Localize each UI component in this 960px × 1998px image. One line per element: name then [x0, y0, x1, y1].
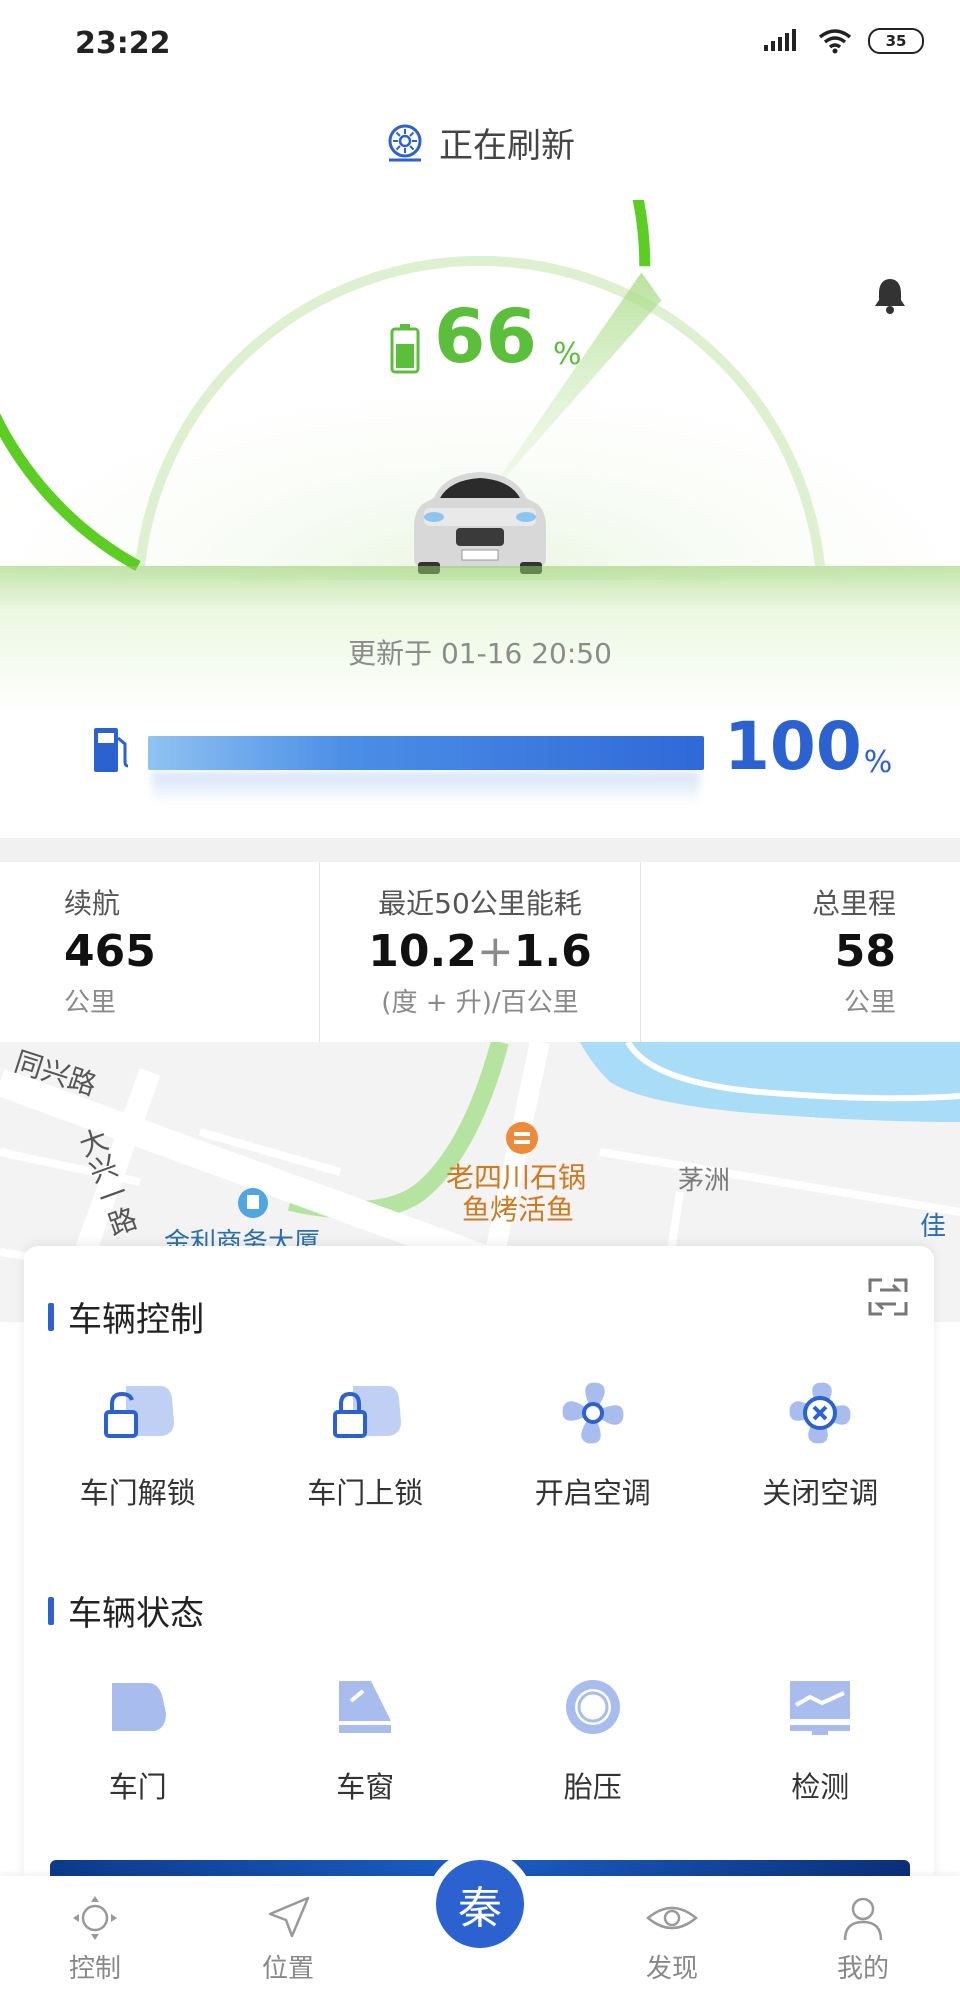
- stats-row: 续航 465 公里 最近50公里能耗 10.2+1.6 (度 + 升)/百公里 …: [0, 862, 960, 1042]
- window-status-label: 车窗: [336, 1770, 395, 1804]
- mileage-value: 58: [834, 926, 896, 977]
- nav-location-label: 位置: [261, 1954, 314, 1984]
- grid-icon-wrap: [108, 1664, 168, 1750]
- fuel-bar-shadow: [152, 772, 700, 804]
- battery-status: 35: [868, 28, 924, 54]
- vehicle-control-header: 车辆控制: [48, 1292, 204, 1341]
- vehicle-status-title: 车辆状态: [68, 1594, 204, 1634]
- consumption-value: 10.2+1.6: [320, 926, 639, 977]
- control-icon: [73, 1896, 117, 1940]
- door-unlock-label: 车门解锁: [79, 1476, 196, 1510]
- mileage-stat: 总里程 58 公里: [639, 862, 960, 1042]
- door-icon: [111, 1683, 166, 1731]
- door-lock-icon: [333, 1386, 402, 1438]
- battery-icon: [390, 324, 420, 374]
- wifi-icon: [818, 29, 852, 54]
- eye-icon: [646, 1906, 698, 1930]
- fuel-percent-group: 100 %: [724, 708, 893, 785]
- door-lock-button[interactable]: 车门上锁: [252, 1370, 480, 1512]
- fuel-bar: [148, 736, 704, 770]
- ac-on-button[interactable]: 开启空调: [479, 1370, 707, 1512]
- nav-brand-button[interactable]: 秦: [436, 1860, 524, 1948]
- nav-location[interactable]: 位置: [228, 1894, 348, 1985]
- grid-icon-wrap: [98, 1370, 178, 1456]
- range-value: 465: [64, 926, 156, 977]
- tire-status-button[interactable]: 胎压: [479, 1664, 707, 1806]
- diagnostic-label: 检测: [791, 1770, 850, 1804]
- consumption-electric: 10.2: [368, 926, 477, 977]
- range-stat: 续航 465 公里: [0, 862, 319, 1042]
- ac-off-button[interactable]: 关闭空调: [707, 1370, 935, 1512]
- door-status-label: 车门: [108, 1770, 167, 1804]
- car-image: [414, 472, 546, 574]
- vehicle-control-title: 车辆控制: [68, 1300, 204, 1340]
- diagnostic-icon: [790, 1681, 851, 1735]
- ac-on-label: 开启空调: [534, 1476, 651, 1510]
- grid-icon-wrap: [335, 1664, 395, 1750]
- mileage-label: 总里程: [811, 887, 896, 920]
- range-unit: 公里: [64, 988, 117, 1018]
- bottom-nav: 控制 位置 秦 发现 我的: [0, 1860, 960, 1998]
- tire-icon: [565, 1680, 620, 1734]
- tire-status-label: 胎压: [563, 1770, 622, 1804]
- map-label-area: 茅洲: [678, 1166, 731, 1196]
- switch-vehicle-icon[interactable]: [866, 1276, 910, 1318]
- battery-percent-group: 66 %: [390, 300, 582, 374]
- door-unlock-button[interactable]: 车门解锁: [24, 1370, 252, 1512]
- nav-profile-label: 我的: [836, 1954, 889, 1984]
- consumption-unit: (度 + 升)/百公里: [381, 988, 579, 1018]
- status-icons: 35: [764, 28, 924, 54]
- fuel-percent: 100: [724, 708, 862, 785]
- section-accent: [48, 1596, 54, 1625]
- window-icon: [339, 1681, 392, 1733]
- user-icon: [843, 1897, 883, 1941]
- vehicle-status-grid: 车门 车窗 胎压 检测: [24, 1664, 934, 1806]
- location-icon: [268, 1896, 310, 1938]
- door-status-button[interactable]: 车门: [24, 1664, 252, 1806]
- mileage-unit: 公里: [843, 988, 896, 1018]
- nav-profile[interactable]: 我的: [803, 1894, 923, 1985]
- door-unlock-icon: [103, 1386, 174, 1438]
- refresh-icon: [388, 124, 422, 161]
- consumption-label: 最近50公里能耗: [378, 887, 582, 920]
- window-status-button[interactable]: 车窗: [252, 1664, 480, 1806]
- vehicle-control-grid: 车门解锁 车门上锁 开启空调 关闭空调: [24, 1370, 934, 1512]
- consumption-stat: 最近50公里能耗 10.2+1.6 (度 + 升)/百公里: [319, 862, 639, 1042]
- grid-icon-wrap: [563, 1664, 623, 1750]
- map-label-restaurant-2: 鱼烤活鱼: [462, 1193, 575, 1226]
- fuel-percent-unit: %: [863, 745, 893, 780]
- nav-discover[interactable]: 发现: [612, 1894, 732, 1985]
- nav-control[interactable]: 控制: [35, 1894, 155, 1985]
- grid-icon-wrap: [780, 1370, 860, 1456]
- consumption-plus: +: [476, 926, 514, 977]
- nav-control-label: 控制: [68, 1954, 121, 1984]
- ac-off-icon: [789, 1382, 851, 1444]
- grid-icon-wrap: [555, 1370, 631, 1456]
- ac-off-label: 关闭空调: [762, 1476, 879, 1510]
- grid-icon-wrap: [325, 1370, 405, 1456]
- section-separator: [0, 838, 960, 862]
- refresh-text: 正在刷新: [439, 126, 575, 166]
- section-accent: [48, 1302, 54, 1331]
- control-card: 车辆控制 车门解锁 车门上锁 开启空调 关闭空调 车辆状态 车门 车窗 胎压 检…: [24, 1246, 934, 1886]
- consumption-fuel: 1.6: [513, 926, 592, 977]
- signal-icon: [764, 29, 796, 51]
- refresh-indicator[interactable]: 正在刷新: [0, 118, 960, 167]
- update-time: 更新于 01-16 20:50: [348, 637, 612, 670]
- door-lock-label: 车门上锁: [307, 1476, 424, 1510]
- diagnostic-button[interactable]: 检测: [707, 1664, 935, 1806]
- bell-icon[interactable]: [872, 276, 908, 314]
- nav-discover-label: 发现: [645, 1954, 698, 1984]
- map-label-edge: 佳: [920, 1212, 947, 1242]
- fuel-icon: [94, 728, 129, 772]
- vehicle-status-header: 车辆状态: [48, 1586, 204, 1635]
- status-time: 23:22: [75, 26, 171, 61]
- battery-percent: 66: [434, 294, 537, 380]
- battery-percent-unit: %: [552, 337, 582, 372]
- grid-icon-wrap: [788, 1664, 852, 1750]
- brand-icon: 秦: [458, 1883, 502, 1934]
- ac-on-icon: [562, 1382, 624, 1444]
- range-label: 续航: [64, 887, 121, 920]
